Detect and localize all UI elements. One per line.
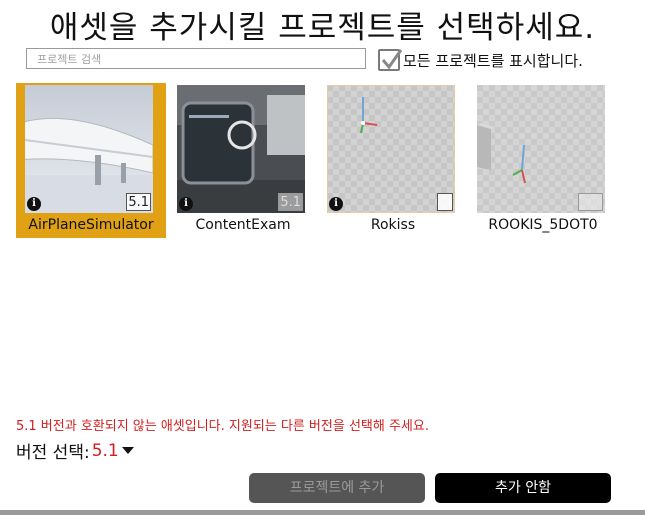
- project-name: Rokiss: [370, 217, 416, 233]
- show-all-projects-toggle[interactable]: 모든 프로젝트를 표시합니다.: [378, 48, 583, 72]
- engine-version-badge: 5.0: [578, 193, 603, 211]
- add-to-project-button[interactable]: 프로젝트에 추가: [249, 473, 425, 503]
- version-select-label: 버전 선택:: [16, 443, 90, 463]
- info-icon[interactable]: i: [179, 197, 193, 211]
- show-all-label: 모든 프로젝트를 표시합니다.: [403, 51, 583, 70]
- project-card-airplanesimulator[interactable]: i 5.1 AirPlaneSimulator: [16, 83, 166, 238]
- project-card-rookis-5dot0[interactable]: 5.0 ROOKIS_5DOT0: [468, 83, 618, 238]
- checkmark-icon: [381, 49, 403, 70]
- bottom-divider: [0, 510, 645, 515]
- project-name: ContentExam: [195, 217, 291, 233]
- compatibility-warning: 5.1 버전과 호환되지 않는 애셋입니다. 지원되는 다른 버전을 선택해 주…: [16, 419, 429, 434]
- project-name: ROOKIS_5DOT0: [488, 217, 598, 233]
- project-name: AirPlaneSimulator: [28, 217, 154, 233]
- engine-version-badge: 5.1: [278, 193, 303, 211]
- project-thumbnail: i 5.1: [177, 85, 305, 213]
- dropdown-caret-icon[interactable]: [121, 447, 134, 454]
- engine-version-badge: [437, 193, 453, 211]
- version-select-value[interactable]: 5.1: [92, 441, 119, 461]
- project-card-contentexam[interactable]: i 5.1 ContentExam: [168, 83, 318, 238]
- project-card-rokiss[interactable]: i Rokiss: [318, 83, 468, 238]
- version-select[interactable]: 버전 선택: 5.1: [16, 438, 134, 463]
- info-icon[interactable]: i: [27, 197, 41, 211]
- info-icon[interactable]: i: [329, 197, 343, 211]
- show-all-checkbox[interactable]: [378, 49, 403, 71]
- project-thumbnail: 5.0: [477, 85, 605, 213]
- project-search-input[interactable]: 프로젝트 검색: [26, 48, 366, 69]
- cancel-button[interactable]: 추가 안함: [435, 473, 611, 503]
- project-thumbnail: i 5.1: [25, 85, 153, 213]
- dialog-title: 애셋을 추가시킬 프로젝트를 선택하세요.: [49, 10, 596, 46]
- engine-version-badge: 5.1: [126, 193, 151, 211]
- project-thumbnail: i: [327, 85, 455, 213]
